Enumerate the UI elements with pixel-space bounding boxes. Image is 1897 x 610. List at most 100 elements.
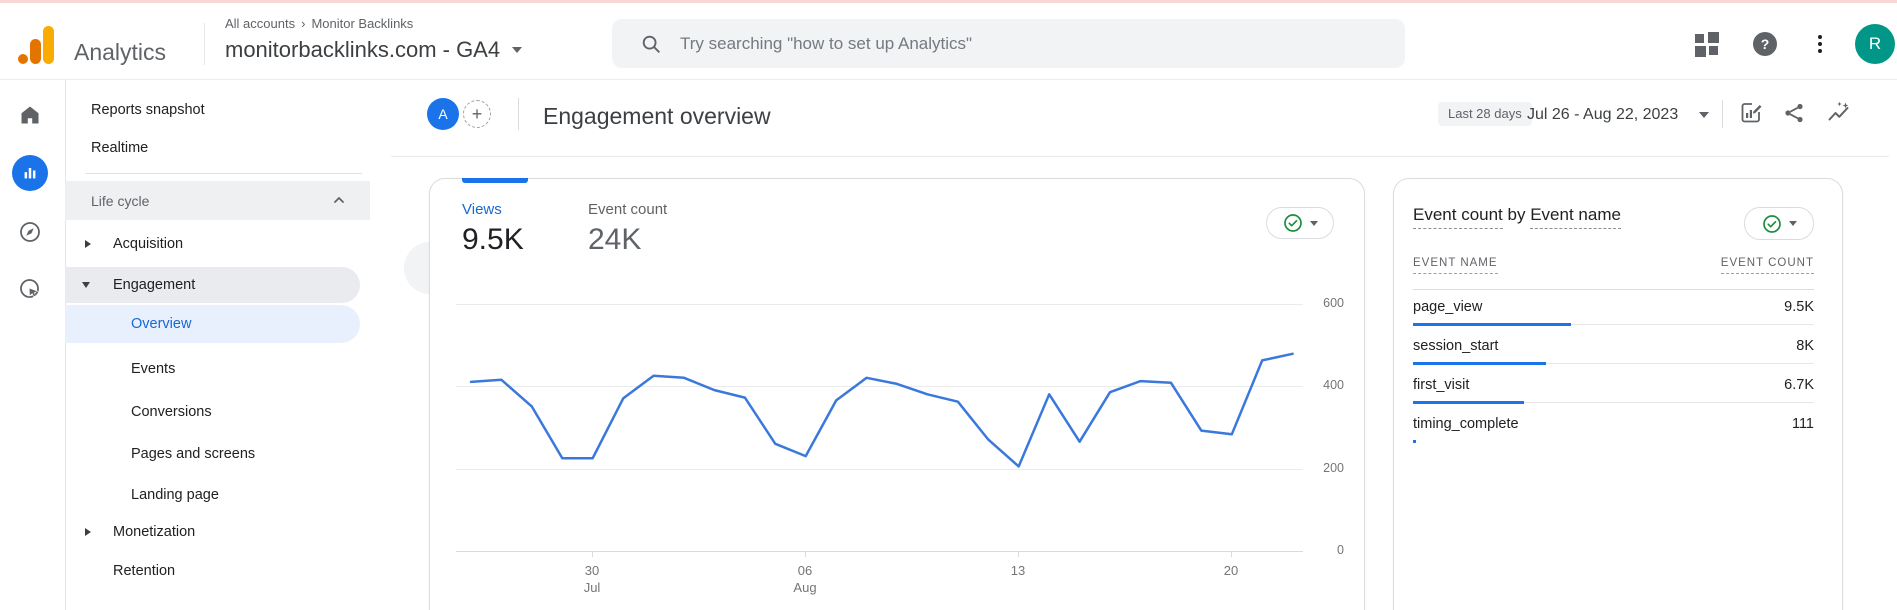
data-quality-dropdown[interactable]: [1744, 207, 1814, 240]
reports-icon[interactable]: [12, 155, 48, 191]
sidebar-item-overview[interactable]: Overview: [65, 305, 360, 343]
product-name: Analytics: [74, 39, 166, 66]
user-avatar[interactable]: R: [1855, 24, 1895, 64]
insights-icon[interactable]: [1826, 100, 1852, 126]
advertising-icon[interactable]: [18, 277, 42, 301]
breadcrumb[interactable]: All accounts › Monitor Backlinks: [225, 16, 413, 31]
data-quality-dropdown[interactable]: [1266, 207, 1334, 239]
event-table: page_view 9.5K session_start 8K first_vi…: [1413, 290, 1814, 446]
title-joiner: by: [1508, 205, 1526, 224]
event-name[interactable]: session_start: [1413, 338, 1498, 354]
check-circle-icon: [1283, 213, 1303, 233]
property-selector[interactable]: monitorbacklinks.com - GA4: [225, 37, 522, 63]
sidebar-item-landing-page[interactable]: Landing page: [65, 477, 370, 513]
y-tick-label: 200: [1304, 461, 1344, 475]
sidebar-item-realtime[interactable]: Realtime: [65, 130, 370, 166]
value-bar: [1413, 361, 1814, 364]
sidebar-item-pages-and-screens[interactable]: Pages and screens: [65, 436, 370, 472]
x-tick-label: Jul: [570, 580, 614, 595]
sidebar-item-label: Reports snapshot: [91, 102, 205, 118]
table-row[interactable]: first_visit 6.7K: [1413, 368, 1814, 407]
breadcrumb-account[interactable]: Monitor Backlinks: [311, 16, 413, 31]
logo-dot: [18, 54, 28, 64]
event-name[interactable]: timing_complete: [1413, 416, 1519, 432]
sidebar-item-label: Overview: [131, 316, 191, 332]
breadcrumb-separator-icon: ›: [301, 16, 305, 31]
column-header-event-name[interactable]: EVENT NAME: [1413, 257, 1498, 274]
event-name[interactable]: first_visit: [1413, 377, 1469, 393]
header-divider: [204, 23, 205, 65]
card-title: Event count by Event name: [1413, 205, 1621, 225]
event-count: 6.7K: [1784, 377, 1814, 393]
expand-arrow-icon[interactable]: [85, 528, 91, 536]
logo-bar-tall: [43, 26, 54, 64]
check-circle-icon: [1762, 214, 1782, 234]
value-bar: [1413, 322, 1814, 325]
x-tick-label: 30: [570, 563, 614, 578]
property-name[interactable]: monitorbacklinks.com - GA4: [225, 37, 500, 63]
table-row[interactable]: timing_complete 111: [1413, 407, 1814, 446]
value-bar: [1413, 400, 1814, 403]
appbar-bottom-border: [0, 79, 1897, 80]
search-input[interactable]: [680, 34, 1280, 54]
sidebar-item-events[interactable]: Events: [65, 351, 370, 387]
table-row[interactable]: page_view 9.5K: [1413, 290, 1814, 329]
sidebar-item-reports-snapshot[interactable]: Reports snapshot: [65, 92, 370, 128]
sidebar-item-monetization[interactable]: Monetization: [65, 514, 370, 550]
views-line-chart[interactable]: [456, 271, 1303, 561]
column-header-event-count[interactable]: EVENT COUNT: [1721, 257, 1814, 274]
event-count: 8K: [1796, 338, 1814, 354]
event-name[interactable]: page_view: [1413, 299, 1482, 315]
views-over-time-card: Views 9.5K Event count 24K 600 400 200 0…: [429, 178, 1365, 610]
sidebar-item-label: Pages and screens: [131, 446, 255, 462]
sidebar-section-life-cycle[interactable]: Life cycle: [65, 181, 370, 220]
sidebar-item-engagement[interactable]: Engagement: [65, 267, 360, 303]
home-icon[interactable]: [18, 103, 42, 127]
more-options-icon[interactable]: [1812, 31, 1828, 57]
views-line: [471, 354, 1293, 467]
expand-arrow-icon[interactable]: [85, 240, 91, 248]
page-title: Engagement overview: [543, 100, 771, 132]
table-row[interactable]: session_start 8K: [1413, 329, 1814, 368]
dropdown-caret-icon: [1310, 221, 1318, 226]
date-range-value[interactable]: Jul 26 - Aug 22, 2023: [1527, 103, 1678, 127]
dropdown-caret-icon: [1789, 221, 1797, 226]
apps-grid-icon[interactable]: [1694, 31, 1720, 57]
chevron-up-icon[interactable]: [332, 193, 346, 207]
title-dimension[interactable]: Event name: [1530, 205, 1621, 229]
sidebar-item-conversions[interactable]: Conversions: [65, 394, 370, 430]
header-vertical-divider: [518, 98, 519, 130]
analytics-logo-icon[interactable]: [18, 25, 56, 65]
sidebar-item-label: Engagement: [113, 277, 195, 293]
y-tick-label: 0: [1304, 543, 1344, 557]
title-metric[interactable]: Event count: [1413, 205, 1503, 229]
x-tick-label: 13: [996, 563, 1040, 578]
share-icon[interactable]: [1781, 100, 1807, 126]
content-divider: [391, 156, 1889, 157]
explore-icon[interactable]: [18, 220, 42, 244]
metric-tab-event-count[interactable]: Event count: [588, 201, 667, 218]
add-comparison-button[interactable]: +: [463, 100, 491, 128]
help-icon[interactable]: ?: [1753, 32, 1777, 56]
y-tick-label: 400: [1304, 378, 1344, 392]
metric-tab-views[interactable]: Views: [462, 201, 502, 218]
edit-comparisons-icon[interactable]: [1738, 100, 1764, 126]
breadcrumb-root[interactable]: All accounts: [225, 16, 295, 31]
metric-value-views: 9.5K: [462, 223, 524, 257]
x-tick-label: 20: [1209, 563, 1253, 578]
ga4-application: Analytics All accounts › Monitor Backlin…: [0, 0, 1897, 610]
x-tick-label: Aug: [783, 580, 827, 595]
search-bar[interactable]: [612, 19, 1405, 68]
sidebar-item-retention[interactable]: Retention: [65, 553, 370, 589]
report-collection-badge[interactable]: A: [427, 98, 459, 130]
date-range-caret-icon[interactable]: [1699, 112, 1709, 118]
sidebar-item-label: Conversions: [131, 404, 212, 420]
event-count: 9.5K: [1784, 299, 1814, 315]
sidebar-item-label: Landing page: [131, 487, 219, 503]
sidebar-item-label: Monetization: [113, 524, 195, 540]
event-count: 111: [1792, 416, 1814, 432]
sidebar-item-acquisition[interactable]: Acquisition: [65, 226, 370, 262]
x-tick-label: 06: [783, 563, 827, 578]
collapse-arrow-icon[interactable]: [82, 282, 90, 288]
sidebar-item-label: Realtime: [91, 140, 148, 156]
